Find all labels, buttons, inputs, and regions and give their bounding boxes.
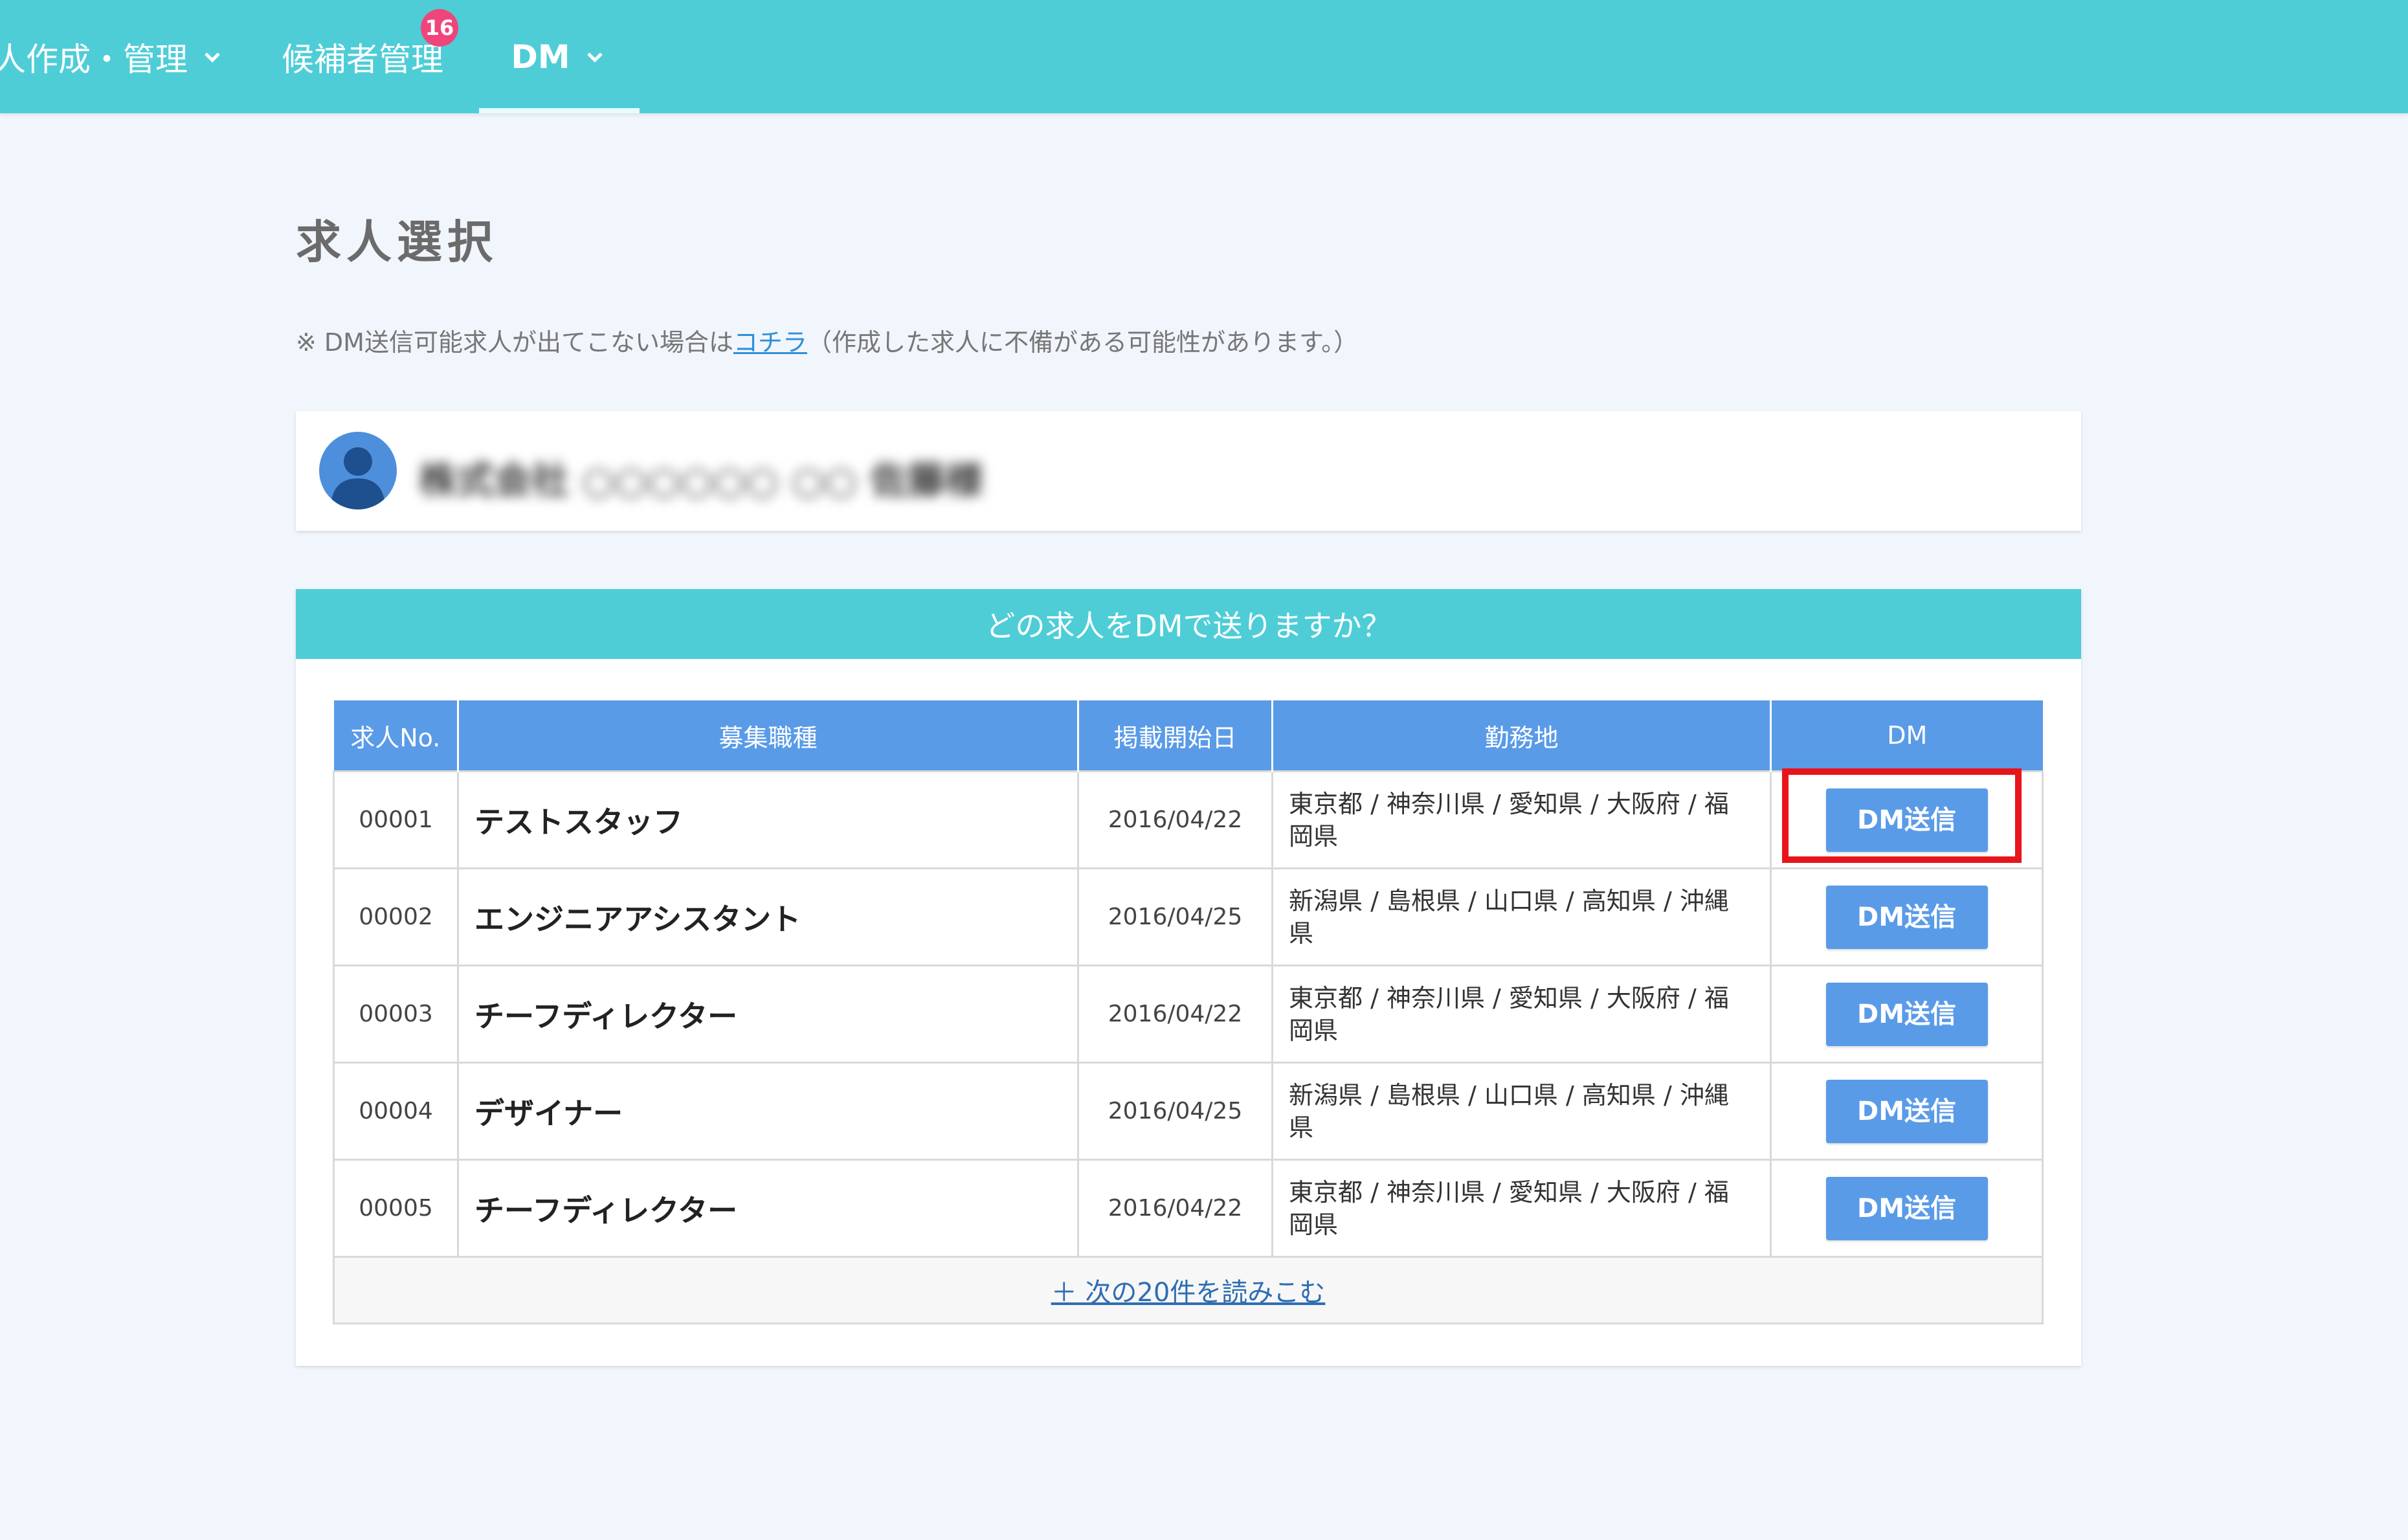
avatar — [319, 432, 397, 509]
job-no: 00003 — [333, 965, 459, 1064]
dm-cell: DM送信 — [1770, 1062, 2044, 1161]
column-header-dm: DM — [1770, 700, 2043, 772]
job-no: 00004 — [333, 1062, 459, 1161]
job-title: チーフディレクター — [457, 965, 1079, 1064]
column-header-no: 求人No. — [333, 700, 459, 772]
job-title: テストスタッフ — [457, 770, 1079, 869]
load-more-link[interactable]: ＋ 次の20件を読みこむ — [1051, 1278, 1326, 1308]
notice-prefix: ※ DM送信可能求人が出てこない場合は — [296, 328, 733, 357]
nav-job-management-label: 人作成・管理 — [0, 40, 188, 78]
job-table: 求人No. 募集職種 掲載開始日 勤務地 DM 00001 テストスタッフ 20… — [333, 700, 2044, 1324]
user-icon — [331, 447, 385, 509]
chevron-down-icon — [205, 52, 220, 63]
load-more-row: ＋ 次の20件を読みこむ — [333, 1256, 2044, 1324]
table-row: 00002 エンジニアアシスタント 2016/04/25 新潟県 / 島根県 /… — [333, 867, 2044, 966]
job-no: 00005 — [333, 1159, 459, 1258]
notice-text: ※ DM送信可能求人が出てこない場合はコチラ（作成した求人に不備がある可能性があ… — [296, 322, 1358, 358]
dm-cell: DM送信 — [1770, 867, 2044, 966]
chevron-down-icon — [586, 52, 603, 63]
nav-job-management[interactable]: 人作成・管理 — [0, 0, 225, 113]
notice-link[interactable]: コチラ — [733, 328, 807, 357]
table-row: 00004 デザイナー 2016/04/25 新潟県 / 島根県 / 山口県 /… — [333, 1062, 2044, 1161]
load-more-cell: ＋ 次の20件を読みこむ — [333, 1256, 2044, 1324]
dm-cell: DM送信 — [1770, 965, 2044, 1064]
job-title: エンジニアアシスタント — [457, 867, 1079, 966]
table-row: 00005 チーフディレクター 2016/04/22 東京都 / 神奈川県 / … — [333, 1159, 2044, 1258]
dm-send-button[interactable]: DM送信 — [1825, 1079, 1988, 1143]
top-nav: 人作成・管理 候補者管理 16 DM — [0, 0, 2408, 113]
job-title: デザイナー — [457, 1062, 1079, 1161]
dm-send-button[interactable]: DM送信 — [1825, 982, 1988, 1046]
column-header-location: 勤務地 — [1272, 700, 1772, 772]
nav-candidate-management-label: 候補者管理 — [282, 40, 443, 78]
job-date: 2016/04/22 — [1077, 1159, 1273, 1258]
nav-dm-label: DM — [511, 38, 570, 76]
job-location: 新潟県 / 島根県 / 山口県 / 高知県 / 沖縄県 — [1271, 1062, 1772, 1161]
job-no: 00001 — [333, 770, 459, 869]
dm-send-button[interactable]: DM送信 — [1825, 788, 1988, 852]
job-location: 東京都 / 神奈川県 / 愛知県 / 大阪府 / 福岡県 — [1271, 770, 1772, 869]
notice-suffix: （作成した求人に不備がある可能性があります。） — [807, 328, 1359, 357]
table-row: 00001 テストスタッフ 2016/04/22 東京都 / 神奈川県 / 愛知… — [333, 768, 2044, 869]
dm-cell: DM送信 — [1770, 768, 2044, 869]
job-title: チーフディレクター — [457, 1159, 1079, 1258]
job-date: 2016/04/25 — [1077, 1062, 1273, 1161]
user-name: 株式会社 ○○○○○○ ○○ 佐藤様 — [419, 458, 983, 502]
job-location: 東京都 / 神奈川県 / 愛知県 / 大阪府 / 福岡県 — [1271, 965, 1772, 1064]
job-date: 2016/04/22 — [1077, 965, 1273, 1064]
dm-send-button[interactable]: DM送信 — [1825, 1176, 1988, 1240]
table-row: 00003 チーフディレクター 2016/04/22 東京都 / 神奈川県 / … — [333, 965, 2044, 1064]
job-selection-panel: どの求人をDMで送りますか？ 求人No. 募集職種 掲載開始日 勤務地 DM 0… — [296, 589, 2081, 1366]
job-location: 東京都 / 神奈川県 / 愛知県 / 大阪府 / 福岡県 — [1271, 1159, 1772, 1258]
job-date: 2016/04/22 — [1077, 770, 1273, 869]
notification-badge: 16 — [421, 9, 458, 47]
user-card: 株式会社 ○○○○○○ ○○ 佐藤様 — [296, 411, 2081, 531]
page-title: 求人選択 — [296, 216, 498, 269]
table-header-row: 求人No. 募集職種 掲載開始日 勤務地 DM — [333, 700, 2043, 772]
dm-send-button[interactable]: DM送信 — [1825, 885, 1988, 949]
nav-candidate-management[interactable]: 候補者管理 — [282, 0, 443, 113]
column-header-title: 募集職種 — [458, 700, 1079, 772]
nav-dm[interactable]: DM — [479, 0, 640, 113]
job-date: 2016/04/25 — [1077, 867, 1273, 966]
active-tab-indicator — [479, 108, 640, 113]
job-location: 新潟県 / 島根県 / 山口県 / 高知県 / 沖縄県 — [1271, 867, 1772, 966]
column-header-date: 掲載開始日 — [1078, 700, 1273, 772]
dm-cell: DM送信 — [1770, 1159, 2044, 1258]
job-no: 00002 — [333, 867, 459, 966]
panel-header: どの求人をDMで送りますか？ — [296, 589, 2081, 659]
